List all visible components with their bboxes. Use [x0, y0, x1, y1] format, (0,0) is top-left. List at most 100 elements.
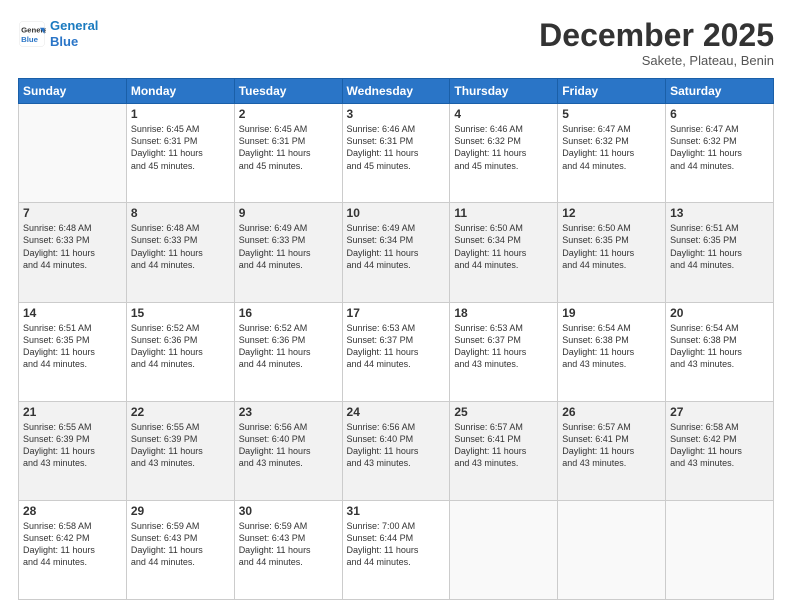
day-number: 1	[131, 107, 230, 121]
calendar-cell: 16Sunrise: 6:52 AM Sunset: 6:36 PM Dayli…	[234, 302, 342, 401]
day-number: 29	[131, 504, 230, 518]
cell-info: Sunrise: 6:51 AM Sunset: 6:35 PM Dayligh…	[670, 222, 769, 271]
day-number: 12	[562, 206, 661, 220]
calendar-cell: 10 Sunrise: 6:49 AM Sunset: 6:34 PM Dayli…	[342, 203, 450, 302]
day-number: 3	[347, 107, 446, 121]
location-subtitle: Sakete, Plateau, Benin	[539, 53, 774, 68]
calendar-cell: 20 Sunrise: 6:54 AM Sunset: 6:38 PM Dayli…	[666, 302, 774, 401]
cell-info: Sunrise: 6:59 AM Sunset: 6:43 PM Dayligh…	[131, 520, 230, 569]
day-number: 5	[562, 107, 661, 121]
header: General Blue General Blue December 2025 …	[18, 18, 774, 68]
day-number: 6	[670, 107, 769, 121]
calendar-cell	[666, 500, 774, 599]
page: General Blue General Blue December 2025 …	[0, 0, 792, 612]
cell-info: Sunrise: 6:55 AM Sunset: 6:39 PM Dayligh…	[131, 421, 230, 470]
day-number: 24	[347, 405, 446, 419]
day-number: 10	[347, 206, 446, 220]
calendar-cell: 17Sunrise: 6:53 AM Sunset: 6:37 PM Dayli…	[342, 302, 450, 401]
day-number: 23	[239, 405, 338, 419]
cell-info: Sunrise: 6:53 AM Sunset: 6:37 PM Dayligh…	[454, 322, 553, 371]
day-number: 30	[239, 504, 338, 518]
day-number: 18	[454, 306, 553, 320]
day-number: 15	[131, 306, 230, 320]
day-number: 4	[454, 107, 553, 121]
logo-text: General Blue	[50, 18, 98, 49]
calendar-cell: 9 Sunrise: 6:49 AM Sunset: 6:33 PM Daylig…	[234, 203, 342, 302]
calendar-cell: 4Sunrise: 6:46 AM Sunset: 6:32 PM Daylig…	[450, 104, 558, 203]
calendar-cell: 5 Sunrise: 6:47 AM Sunset: 6:32 PM Daylig…	[558, 104, 666, 203]
day-number: 20	[670, 306, 769, 320]
calendar-header-row: SundayMondayTuesdayWednesdayThursdayFrid…	[19, 79, 774, 104]
day-number: 9	[239, 206, 338, 220]
day-number: 14	[23, 306, 122, 320]
calendar-cell: 22 Sunrise: 6:55 AM Sunset: 6:39 PM Dayli…	[126, 401, 234, 500]
day-number: 19	[562, 306, 661, 320]
day-number: 25	[454, 405, 553, 419]
cell-info: Sunrise: 6:49 AM Sunset: 6:33 PM Dayligh…	[239, 222, 338, 271]
cell-info: Sunrise: 6:45 AM Sunset: 6:31 PM Dayligh…	[239, 123, 338, 172]
cell-info: Sunrise: 6:57 AM Sunset: 6:41 PM Dayligh…	[454, 421, 553, 470]
month-title: December 2025	[539, 18, 774, 53]
calendar-cell: 19 Sunrise: 6:54 AM Sunset: 6:38 PM Dayli…	[558, 302, 666, 401]
day-number: 27	[670, 405, 769, 419]
calendar-cell: 8 Sunrise: 6:48 AM Sunset: 6:33 PM Daylig…	[126, 203, 234, 302]
day-number: 13	[670, 206, 769, 220]
cell-info: Sunrise: 6:58 AM Sunset: 6:42 PM Dayligh…	[670, 421, 769, 470]
cell-info: Sunrise: 6:47 AM Sunset: 6:32 PM Dayligh…	[562, 123, 661, 172]
day-number: 22	[131, 405, 230, 419]
col-header-thursday: Thursday	[450, 79, 558, 104]
cell-info: Sunrise: 6:50 AM Sunset: 6:35 PM Dayligh…	[562, 222, 661, 271]
cell-info: Sunrise: 6:49 AM Sunset: 6:34 PM Dayligh…	[347, 222, 446, 271]
cell-info: Sunrise: 6:46 AM Sunset: 6:31 PM Dayligh…	[347, 123, 446, 172]
cell-info: Sunrise: 6:55 AM Sunset: 6:39 PM Dayligh…	[23, 421, 122, 470]
day-number: 28	[23, 504, 122, 518]
day-number: 21	[23, 405, 122, 419]
cell-info: Sunrise: 6:59 AM Sunset: 6:43 PM Dayligh…	[239, 520, 338, 569]
cell-info: Sunrise: 6:57 AM Sunset: 6:41 PM Dayligh…	[562, 421, 661, 470]
cell-info: Sunrise: 6:54 AM Sunset: 6:38 PM Dayligh…	[562, 322, 661, 371]
day-number: 31	[347, 504, 446, 518]
calendar-cell: 30 Sunrise: 6:59 AM Sunset: 6:43 PM Dayli…	[234, 500, 342, 599]
col-header-sunday: Sunday	[19, 79, 127, 104]
col-header-friday: Friday	[558, 79, 666, 104]
col-header-saturday: Saturday	[666, 79, 774, 104]
day-number: 17	[347, 306, 446, 320]
cell-info: Sunrise: 6:45 AM Sunset: 6:31 PM Dayligh…	[131, 123, 230, 172]
calendar-cell: 15 Sunrise: 6:52 AM Sunset: 6:36 PM Dayli…	[126, 302, 234, 401]
calendar-cell: 14 Sunrise: 6:51 AM Sunset: 6:35 PM Dayli…	[19, 302, 127, 401]
calendar-week-row: 1 Sunrise: 6:45 AM Sunset: 6:31 PM Daylig…	[19, 104, 774, 203]
cell-info: Sunrise: 6:58 AM Sunset: 6:42 PM Dayligh…	[23, 520, 122, 569]
calendar-cell: 6 Sunrise: 6:47 AM Sunset: 6:32 PM Daylig…	[666, 104, 774, 203]
cell-info: Sunrise: 6:47 AM Sunset: 6:32 PM Dayligh…	[670, 123, 769, 172]
calendar-cell: 24Sunrise: 6:56 AM Sunset: 6:40 PM Dayli…	[342, 401, 450, 500]
calendar-cell: 25 Sunrise: 6:57 AM Sunset: 6:41 PM Dayli…	[450, 401, 558, 500]
calendar-cell	[558, 500, 666, 599]
calendar-table: SundayMondayTuesdayWednesdayThursdayFrid…	[18, 78, 774, 600]
cell-info: Sunrise: 6:50 AM Sunset: 6:34 PM Dayligh…	[454, 222, 553, 271]
calendar-cell: 3 Sunrise: 6:46 AM Sunset: 6:31 PM Daylig…	[342, 104, 450, 203]
calendar-cell: 13 Sunrise: 6:51 AM Sunset: 6:35 PM Dayli…	[666, 203, 774, 302]
svg-text:Blue: Blue	[21, 34, 39, 43]
calendar-week-row: 28 Sunrise: 6:58 AM Sunset: 6:42 PM Dayli…	[19, 500, 774, 599]
cell-info: Sunrise: 6:52 AM Sunset: 6:36 PM Dayligh…	[131, 322, 230, 371]
day-number: 8	[131, 206, 230, 220]
cell-info: Sunrise: 7:00 AM Sunset: 6:44 PM Dayligh…	[347, 520, 446, 569]
calendar-cell: 23 Sunrise: 6:56 AM Sunset: 6:40 PM Dayli…	[234, 401, 342, 500]
day-number: 7	[23, 206, 122, 220]
calendar-cell: 11 Sunrise: 6:50 AM Sunset: 6:34 PM Dayli…	[450, 203, 558, 302]
col-header-tuesday: Tuesday	[234, 79, 342, 104]
calendar-cell	[19, 104, 127, 203]
cell-info: Sunrise: 6:56 AM Sunset: 6:40 PM Dayligh…	[239, 421, 338, 470]
cell-info: Sunrise: 6:52 AM Sunset: 6:36 PM Dayligh…	[239, 322, 338, 371]
calendar-cell: 21 Sunrise: 6:55 AM Sunset: 6:39 PM Dayli…	[19, 401, 127, 500]
calendar-cell: 27 Sunrise: 6:58 AM Sunset: 6:42 PM Dayli…	[666, 401, 774, 500]
cell-info: Sunrise: 6:54 AM Sunset: 6:38 PM Dayligh…	[670, 322, 769, 371]
title-block: December 2025 Sakete, Plateau, Benin	[539, 18, 774, 68]
calendar-cell: 7Sunrise: 6:48 AM Sunset: 6:33 PM Daylig…	[19, 203, 127, 302]
cell-info: Sunrise: 6:48 AM Sunset: 6:33 PM Dayligh…	[131, 222, 230, 271]
calendar-cell: 1 Sunrise: 6:45 AM Sunset: 6:31 PM Daylig…	[126, 104, 234, 203]
calendar-cell: 18 Sunrise: 6:53 AM Sunset: 6:37 PM Dayli…	[450, 302, 558, 401]
day-number: 11	[454, 206, 553, 220]
cell-info: Sunrise: 6:51 AM Sunset: 6:35 PM Dayligh…	[23, 322, 122, 371]
calendar-cell: 29 Sunrise: 6:59 AM Sunset: 6:43 PM Dayli…	[126, 500, 234, 599]
